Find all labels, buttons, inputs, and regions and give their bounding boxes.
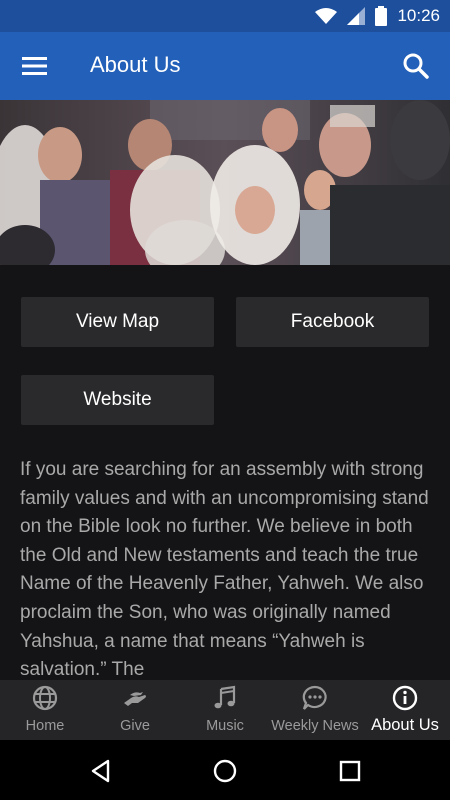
status-bar: 10:26 bbox=[0, 0, 450, 32]
view-map-button[interactable]: View Map bbox=[21, 297, 214, 347]
status-icons: 10:26 bbox=[315, 6, 440, 26]
wifi-icon bbox=[315, 8, 338, 24]
battery-icon bbox=[375, 6, 388, 26]
nav-home-label: Home bbox=[25, 718, 65, 734]
nav-about-us-label: About Us bbox=[371, 716, 439, 734]
menu-icon[interactable] bbox=[22, 54, 48, 78]
back-icon[interactable] bbox=[88, 758, 114, 784]
chat-bubble-icon bbox=[302, 685, 327, 710]
page-title: About Us bbox=[90, 52, 181, 77]
search-icon[interactable] bbox=[402, 52, 430, 80]
nav-give-label: Give bbox=[120, 718, 150, 734]
status-time: 10:26 bbox=[397, 6, 440, 25]
info-icon bbox=[392, 685, 418, 711]
globe-icon bbox=[32, 685, 58, 711]
cell-signal-icon bbox=[347, 7, 366, 25]
hero-image bbox=[0, 100, 450, 265]
music-note-icon bbox=[214, 685, 236, 709]
about-description: If you are searching for an assembly wit… bbox=[20, 459, 429, 680]
website-button[interactable]: Website bbox=[21, 375, 214, 425]
facebook-button[interactable]: Facebook bbox=[236, 297, 429, 347]
bottom-navigation: Home Give Music Weekly News About Us bbox=[0, 680, 450, 740]
app-bar: About Us bbox=[0, 32, 450, 100]
nav-give[interactable]: Give bbox=[90, 680, 180, 740]
system-navigation-bar bbox=[0, 740, 450, 800]
nav-about-us[interactable]: About Us bbox=[360, 680, 450, 740]
nav-music[interactable]: Music bbox=[180, 680, 270, 740]
nav-music-label: Music bbox=[206, 718, 244, 734]
nav-home[interactable]: Home bbox=[0, 680, 90, 740]
giving-hand-icon bbox=[124, 692, 146, 706]
nav-weekly-news-label: Weekly News bbox=[271, 718, 359, 734]
home-circle-icon[interactable] bbox=[212, 758, 238, 784]
recents-square-icon[interactable] bbox=[337, 758, 363, 784]
nav-weekly-news[interactable]: Weekly News bbox=[270, 680, 360, 740]
content-area: View Map Facebook Website If you are sea… bbox=[0, 265, 450, 680]
